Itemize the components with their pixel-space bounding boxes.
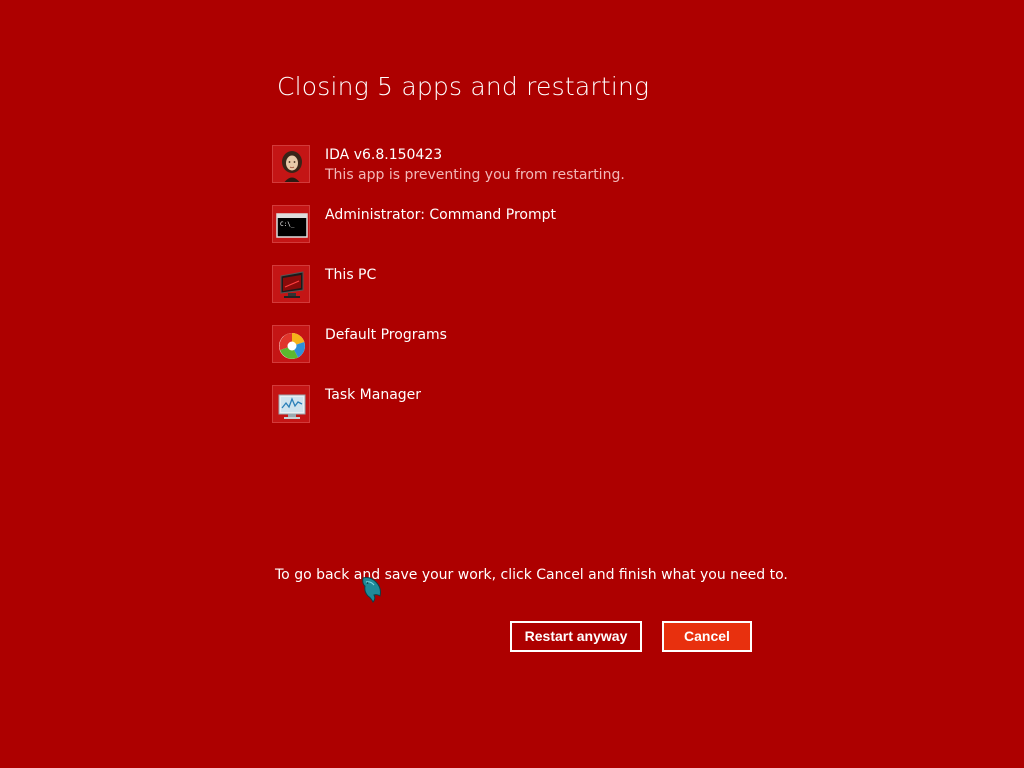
list-item: Default Programs bbox=[272, 325, 832, 365]
restart-anyway-button[interactable]: Restart anyway bbox=[510, 621, 642, 652]
dolphin-cursor-icon bbox=[360, 574, 386, 604]
app-name: This PC bbox=[325, 267, 377, 283]
app-name: Default Programs bbox=[325, 327, 447, 343]
app-name: Task Manager bbox=[325, 387, 422, 403]
restart-screen: Closing 5 apps and restarting IDA v6.8.1… bbox=[0, 0, 1024, 768]
app-name: IDA v6.8.150423 bbox=[325, 147, 443, 163]
ida-portrait-icon bbox=[272, 145, 310, 183]
cancel-button[interactable]: Cancel bbox=[662, 621, 752, 652]
page-title: Closing 5 apps and restarting bbox=[277, 72, 650, 101]
list-item: IDA v6.8.150423 This app is preventing y… bbox=[272, 145, 832, 185]
instruction-text: To go back and save your work, click Can… bbox=[275, 567, 788, 583]
this-pc-icon bbox=[272, 265, 310, 303]
command-prompt-icon: C:\_ bbox=[272, 205, 310, 243]
list-item: This PC bbox=[272, 265, 832, 305]
svg-text:C:\_: C:\_ bbox=[280, 221, 295, 228]
app-name: Administrator: Command Prompt bbox=[325, 207, 556, 223]
list-item: C:\_ Administrator: Command Prompt bbox=[272, 205, 832, 245]
app-blocking-note: This app is preventing you from restarti… bbox=[325, 167, 625, 183]
default-programs-icon bbox=[272, 325, 310, 363]
task-manager-icon bbox=[272, 385, 310, 423]
list-item: Task Manager bbox=[272, 385, 832, 425]
